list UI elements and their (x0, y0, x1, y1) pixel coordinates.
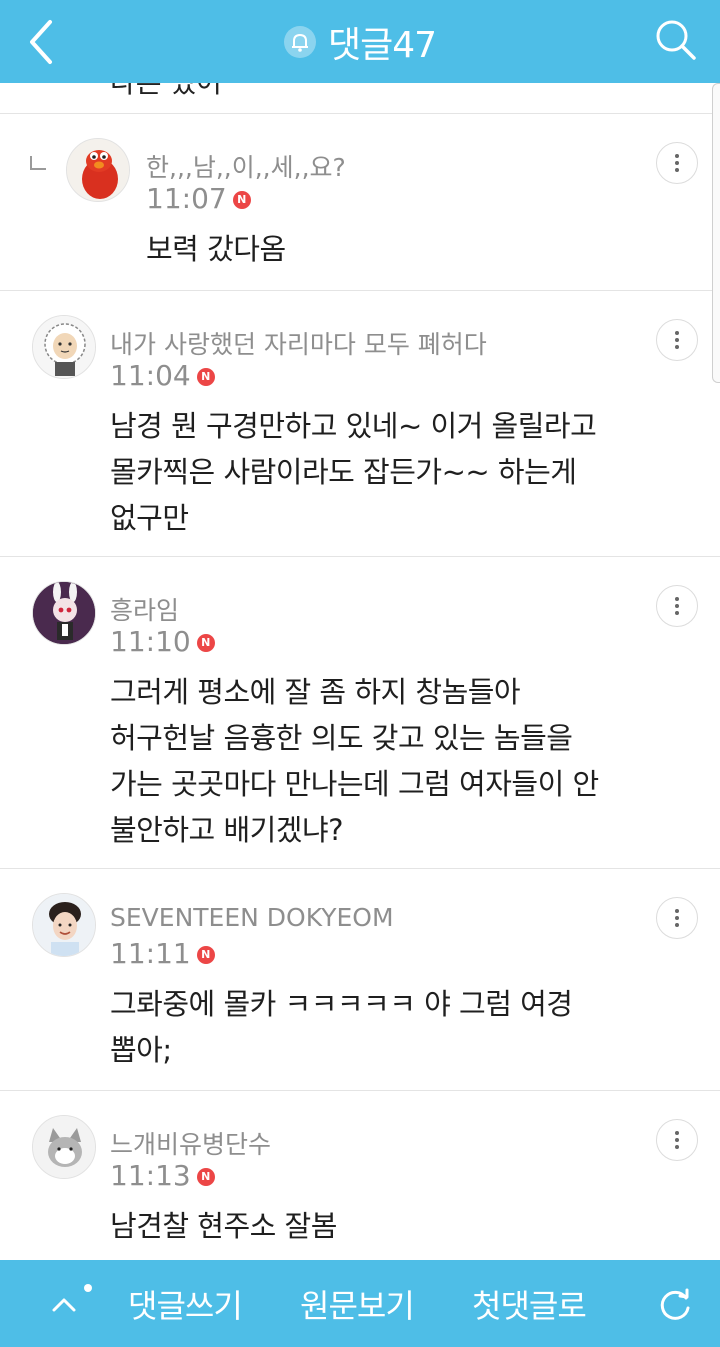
new-badge: N (196, 633, 215, 652)
reply-indicator-icon (30, 156, 46, 170)
comment-body: 남견찰 현주소 잘봄 (110, 1203, 337, 1249)
comment-body: 그롸중에 몰카 ㅋㅋㅋㅋㅋ 야 그럼 여경 뽑아; (110, 981, 573, 1073)
top-app-bar: 댓글47 (0, 0, 720, 83)
page-title: 댓글47 (327, 24, 437, 66)
comment-body-line: 가는 곳곳마다 만나는데 그럼 여자들이 안 (110, 767, 599, 801)
first-comment-button[interactable]: 첫댓글로 (472, 1260, 587, 1347)
comment-time: 11:11 (110, 937, 191, 970)
comment-body: 남경 뭔 구경만하고 있네~ 이거 올릴라고 몰카찍은 사람이라도 잡든가~~ … (110, 403, 597, 541)
kebab-icon (675, 331, 679, 335)
refresh-button[interactable] (656, 1286, 694, 1324)
notification-dot (84, 1284, 92, 1292)
kebab-icon (675, 597, 679, 601)
comment-time: 11:04 (110, 359, 191, 392)
comment-body-line: 그롸중에 몰카 ㅋㅋㅋㅋㅋ 야 그럼 여경 (110, 987, 573, 1021)
new-badge: N (196, 367, 215, 386)
more-options-button[interactable] (656, 319, 698, 361)
avatar[interactable] (66, 138, 130, 202)
avatar[interactable] (32, 315, 96, 379)
previous-comment-tail: 다른 였어 (110, 83, 222, 101)
comment-body-line: 그러게 평소에 잘 좀 하지 창놈들아 (110, 675, 521, 709)
comment-body: 그러게 평소에 잘 좀 하지 창놈들아 허구헌날 음흉한 의도 갖고 있는 놈들… (110, 669, 599, 853)
comment-body-line: 뽑아; (110, 1033, 172, 1067)
comment-item: 한,,,남,,이,,세,,요? 11:07 N 보력 갔다옴 (0, 113, 720, 291)
comment-author[interactable]: 한,,,남,,이,,세,,요? (146, 148, 346, 184)
comment-time: 11:13 (110, 1159, 191, 1192)
title-area: 댓글47 (0, 0, 720, 83)
new-badge: N (196, 1167, 215, 1186)
comment-body-line: 남견찰 현주소 잘봄 (110, 1209, 337, 1243)
comment-meta: 11:13 N (110, 1159, 215, 1192)
view-original-button[interactable]: 원문보기 (300, 1260, 415, 1347)
bottom-action-bar: 댓글쓰기 원문보기 첫댓글로 (0, 1260, 720, 1347)
comment-meta: 11:11 N (110, 937, 215, 970)
comment-body-line: 남경 뭔 구경만하고 있네~ 이거 올릴라고 (110, 409, 597, 443)
comment-meta: 11:07 N (146, 182, 251, 215)
comment-item: 느개비유병단수 11:13 N 남견찰 현주소 잘봄 (0, 1091, 720, 1260)
comment-body-line: 보력 갔다옴 (146, 232, 286, 266)
comment-list[interactable]: 다른 였어 한,,,남,,이,,세,,요? 11:07 N 보력 갔다옴 (0, 83, 720, 1260)
more-options-button[interactable] (656, 585, 698, 627)
more-options-button[interactable] (656, 897, 698, 939)
avatar[interactable] (32, 1115, 96, 1179)
avatar[interactable] (32, 581, 96, 645)
comment-body-line: 없구만 (110, 501, 189, 535)
comment-body-line: 몰카찍은 사람이라도 잡든가~~ 하는게 (110, 455, 577, 489)
comment-item: SEVENTEEN DOKYEOM 11:11 N 그롸중에 몰카 ㅋㅋㅋㅋㅋ … (0, 869, 720, 1091)
avatar[interactable] (32, 893, 96, 957)
comment-time: 11:07 (146, 182, 227, 215)
comment-item: 내가 사랑했던 자리마다 모두 폐허다 11:04 N 남경 뭔 구경만하고 있… (0, 291, 720, 557)
comment-author[interactable]: 흥라임 (110, 591, 179, 627)
refresh-icon (660, 1288, 690, 1320)
scrollbar[interactable] (712, 83, 720, 383)
comment-meta: 11:04 N (110, 359, 215, 392)
comment-body: 보력 갔다옴 (146, 226, 286, 272)
write-comment-button[interactable]: 댓글쓰기 (128, 1260, 243, 1347)
kebab-icon (675, 1131, 679, 1135)
kebab-icon (675, 909, 679, 913)
search-icon (656, 20, 696, 60)
kebab-icon (675, 154, 679, 158)
comment-author[interactable]: SEVENTEEN DOKYEOM (110, 903, 394, 932)
more-options-button[interactable] (656, 142, 698, 184)
new-badge: N (232, 190, 251, 209)
search-button[interactable] (654, 18, 698, 64)
new-badge: N (196, 945, 215, 964)
bell-icon[interactable] (283, 25, 316, 58)
more-options-button[interactable] (656, 1119, 698, 1161)
comment-author[interactable]: 느개비유병단수 (110, 1125, 271, 1161)
comment-body-line: 불안하고 배기겠냐? (110, 813, 344, 847)
comment-author[interactable]: 내가 사랑했던 자리마다 모두 폐허다 (110, 325, 487, 361)
comment-time: 11:10 (110, 625, 191, 658)
comment-body-line: 허구헌날 음흉한 의도 갖고 있는 놈들을 (110, 721, 573, 755)
comment-meta: 11:10 N (110, 625, 215, 658)
comment-item: 흥라임 11:10 N 그러게 평소에 잘 좀 하지 창놈들아 허구헌날 음흉한… (0, 557, 720, 869)
